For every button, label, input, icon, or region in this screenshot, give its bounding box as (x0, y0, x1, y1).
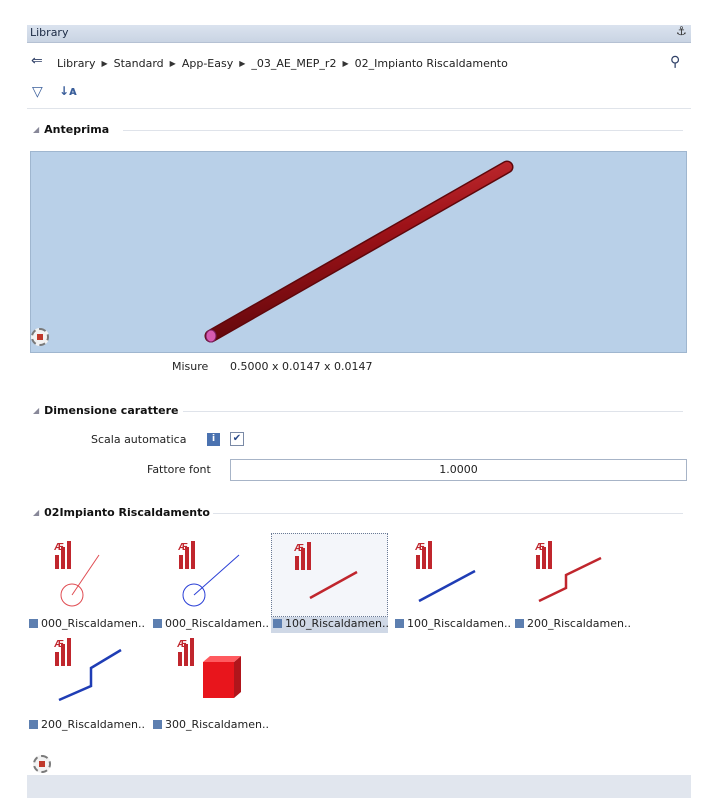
breadcrumb-item[interactable]: App-Easy (182, 57, 233, 70)
chevron-right-icon: ▶ (101, 59, 108, 68)
breadcrumb-item[interactable]: Library (57, 57, 95, 70)
breadcrumb-path: Library ▶ Standard ▶ App-Easy ▶ _03_AE_MEP_r2 ▶… (57, 57, 508, 70)
info-icon[interactable]: i (207, 433, 220, 446)
collapse-triangle-icon: ◢ (33, 406, 40, 415)
section-header-preview[interactable]: ◢ Anteprima (33, 123, 685, 137)
document-icon (273, 619, 282, 628)
toolbar-divider (27, 108, 691, 109)
panel-title: Library (30, 26, 69, 39)
library-panel: Library ⚓︎ ✕ ⇐ Library ▶ Standard ▶ App-Easy… (0, 0, 701, 811)
font-factor-label: Fattore font (147, 463, 211, 476)
breadcrumb-item[interactable]: Standard (114, 57, 164, 70)
document-icon (29, 720, 38, 729)
document-icon (153, 619, 162, 628)
item-thumbnail: Æ (151, 634, 266, 716)
document-icon (29, 619, 38, 628)
collapse-triangle-icon: ◢ (33, 125, 40, 134)
item-thumbnail: Æ (151, 533, 266, 615)
toolbar: ▽ ↓ᴀ (27, 84, 127, 104)
auto-scale-label: Scala automatica (91, 433, 187, 446)
item-thumbnail: Æ (513, 533, 628, 615)
item-caption: 100_Riscaldamen... (271, 617, 388, 633)
document-icon (153, 720, 162, 729)
pipe-3d-preview (204, 160, 514, 343)
item-thumbnail: Æ (393, 533, 508, 615)
measure-value: 0.5000 x 0.0147 x 0.0147 (230, 360, 373, 373)
document-icon (395, 619, 404, 628)
collapse-triangle-icon: ◢ (33, 508, 40, 517)
section-header-font-size[interactable]: ◢ Dimensione carattere (33, 404, 685, 418)
item-caption: 200_Riscaldamen... (513, 617, 630, 633)
font-factor-input[interactable]: 1.0000 (230, 459, 687, 481)
search-icon[interactable]: ⚲ (670, 54, 680, 70)
sort-az-icon[interactable]: ↓ᴀ (59, 84, 77, 98)
library-grid: Æ 000_Riscaldamen... Æ 000_Riscaldamen..… (27, 530, 691, 740)
breadcrumb: ⇐ Library ▶ Standard ▶ App-Easy ▶ _03_AE_MEP_r… (27, 53, 691, 74)
section-title: Dimensione carattere (44, 404, 179, 417)
auto-scale-checkbox[interactable]: ✔ (230, 432, 244, 446)
breadcrumb-item[interactable]: _03_AE_MEP_r2 (251, 57, 336, 70)
back-arrow-icon[interactable]: ⇐ (31, 53, 43, 69)
library-item[interactable]: Æ 000_Riscaldamen... (151, 533, 268, 638)
chevron-right-icon: ▶ (342, 59, 349, 68)
item-caption: 300_Riscaldamen... (151, 718, 268, 734)
preview-viewport[interactable] (30, 151, 687, 353)
section-title: 02Impianto Riscaldamento (44, 506, 210, 519)
library-item-selected[interactable]: Æ 100_Riscaldamen... (271, 533, 388, 638)
chevron-right-icon: ▶ (169, 59, 176, 68)
library-item[interactable]: Æ 200_Riscaldamen... (27, 634, 144, 739)
item-caption: 100_Riscaldamen... (393, 617, 510, 633)
status-bar (27, 775, 691, 798)
breadcrumb-item[interactable]: 02_Impianto Riscaldamento (355, 57, 508, 70)
panel-titlebar: Library ⚓︎ ✕ (27, 24, 691, 43)
library-item[interactable]: Æ 300_Riscaldamen... (151, 634, 268, 739)
item-thumbnail: Æ (27, 533, 142, 615)
section-rule (123, 130, 683, 131)
orbit-rotate-icon[interactable] (31, 328, 49, 346)
item-caption: 000_Riscaldamen... (27, 617, 144, 633)
library-item[interactable]: Æ 000_Riscaldamen... (27, 533, 144, 638)
chevron-right-icon: ▶ (239, 59, 246, 68)
item-thumbnail: Æ (271, 533, 388, 617)
section-title: Anteprima (44, 123, 110, 136)
document-icon (515, 619, 524, 628)
item-caption: 000_Riscaldamen... (151, 617, 268, 633)
orbit-rotate-icon[interactable] (33, 755, 51, 773)
library-item[interactable]: Æ 100_Riscaldamen... (393, 533, 510, 638)
item-thumbnail: Æ (27, 634, 142, 716)
section-rule (213, 513, 683, 514)
library-item[interactable]: Æ 200_Riscaldamen... (513, 533, 630, 638)
pin-icon[interactable]: ⚓︎ (676, 24, 687, 38)
measure-label: Misure (172, 360, 209, 373)
section-rule (183, 411, 683, 412)
item-caption: 200_Riscaldamen... (27, 718, 144, 734)
section-header-library[interactable]: ◢ 02Impianto Riscaldamento (33, 506, 685, 520)
filter-icon[interactable]: ▽ (32, 84, 43, 100)
